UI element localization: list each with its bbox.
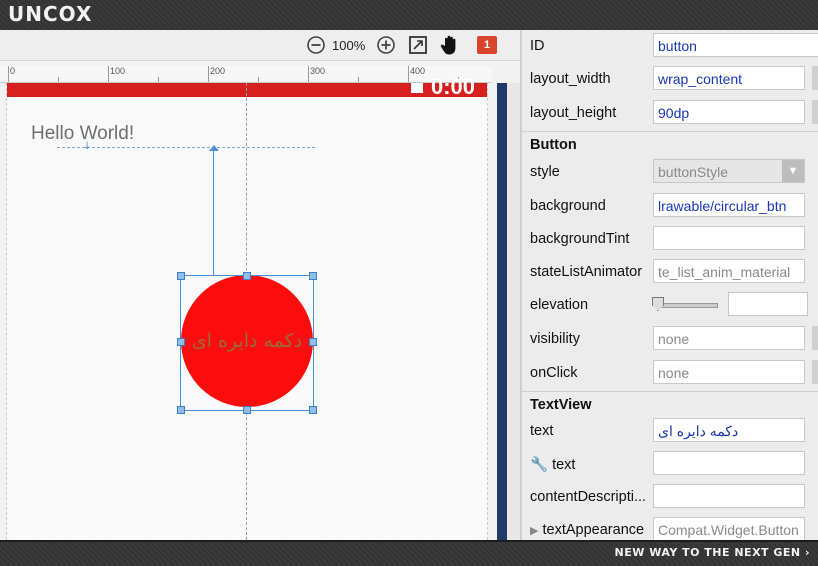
brand-logo: UNCOX [8, 2, 93, 26]
section-button: Button [522, 131, 818, 158]
anchor-arrow-icon: ↓ [83, 141, 92, 152]
editor-toolbar: 100% 1 [0, 30, 520, 61]
prop-field-background-tint[interactable] [653, 226, 805, 250]
onclick-dropdown[interactable] [812, 360, 818, 384]
prop-label-visibility: visibility [530, 331, 580, 347]
layout-height-dropdown[interactable] [812, 100, 818, 124]
resize-handle-bottom-right[interactable] [309, 406, 317, 414]
tagline-text: NEW WAY TO THE NEXT GEN › [614, 546, 810, 559]
hand-pan-icon[interactable] [440, 35, 460, 55]
prop-field-layout-height[interactable]: 90dp [653, 100, 805, 124]
prop-row-style: style buttonStyle ▼ [522, 156, 818, 189]
section-textview: TextView [522, 391, 818, 418]
resize-handle-top-left[interactable] [177, 272, 185, 280]
prop-row-text-tools: 🔧 text [522, 448, 818, 481]
prop-row-state-list-animator: stateListAnimator te_list_anim_material [522, 256, 818, 289]
prop-field-text-tools[interactable] [653, 451, 805, 475]
top-brand-bar: UNCOX [0, 0, 818, 32]
prop-label-layout-height: layout_height [530, 105, 617, 121]
layout-width-dropdown[interactable] [812, 66, 818, 90]
prop-field-elevation[interactable] [728, 292, 808, 316]
canvas-scrollbar[interactable] [497, 83, 507, 540]
zoom-in-icon[interactable] [376, 35, 396, 55]
prop-field-background[interactable]: lrawable/circular_btn [653, 193, 805, 217]
resize-handle-top-right[interactable] [309, 272, 317, 280]
prop-field-id[interactable]: button [653, 33, 818, 57]
prop-field-style[interactable]: buttonStyle ▼ [653, 159, 805, 183]
elevation-slider-thumb[interactable] [652, 297, 664, 311]
constraint-arrow-icon [209, 145, 219, 151]
device-status-bar: 0:00 [7, 74, 487, 99]
prop-row-visibility: visibility none [522, 323, 818, 356]
prop-field-onclick[interactable]: none [653, 360, 805, 384]
ruler-label-400: 400 [410, 66, 426, 76]
design-canvas[interactable]: 0:00 Hello World! ↓ دکمه دایره ای [0, 74, 492, 540]
horizontal-ruler: 0 100 200 300 400 [0, 66, 492, 83]
warnings-badge[interactable]: 1 [477, 36, 497, 54]
prop-field-text-appearance[interactable]: Compat.Widget.Button [653, 517, 805, 540]
chevron-down-icon[interactable]: ▼ [782, 160, 804, 182]
zoom-level: 100% [332, 38, 366, 53]
prop-row-layout-height: layout_height 90dp [522, 97, 818, 130]
prop-row-id: ID button [522, 30, 818, 63]
baseline-guide [57, 147, 315, 148]
prop-row-layout-width: layout_width wrap_content [522, 63, 818, 96]
visibility-dropdown[interactable] [812, 326, 818, 350]
ruler-label-300: 300 [310, 66, 326, 76]
wrench-icon: 🔧 [530, 457, 549, 473]
prop-label-elevation: elevation [530, 297, 589, 313]
battery-icon [411, 83, 423, 93]
fit-screen-icon[interactable] [408, 35, 428, 55]
prop-row-background: background lrawable/circular_btn [522, 190, 818, 223]
section-title-textview: TextView [530, 397, 592, 413]
margin-constraint-line [213, 147, 214, 275]
ruler-label-200: 200 [210, 66, 226, 76]
prop-label-onclick: onClick [530, 365, 578, 381]
prop-label-text-appearance-text: textAppearance [542, 522, 645, 538]
prop-row-content-description: contentDescripti... [522, 481, 818, 514]
prop-row-text: text دکمه دایره ای [522, 415, 818, 448]
ruler-label-0: 0 [10, 66, 16, 76]
style-value: buttonStyle [658, 164, 729, 180]
resize-handle-bottom[interactable] [243, 406, 251, 414]
prop-field-text[interactable]: دکمه دایره ای [653, 418, 805, 442]
prop-label-text: text [530, 423, 554, 439]
expand-triangle-icon[interactable]: ▶ [530, 525, 538, 537]
prop-row-background-tint: backgroundTint [522, 223, 818, 256]
prop-row-text-appearance[interactable]: ▶ textAppearance Compat.Widget.Button [522, 514, 818, 540]
prop-field-visibility[interactable]: none [653, 326, 805, 350]
prop-label-background-tint: backgroundTint [530, 231, 630, 247]
prop-field-content-description[interactable] [653, 484, 805, 508]
layout-editor: 100% 1 0 100 200 300 400 0:00 Hello Worl… [0, 30, 520, 540]
canvas-gutter [507, 83, 520, 540]
section-title-button: Button [530, 137, 577, 153]
resize-handle-top[interactable] [243, 272, 251, 280]
properties-panel: ID button layout_width wrap_content layo… [520, 30, 818, 540]
prop-label-id: ID [530, 38, 545, 54]
prop-label-layout-width: layout_width [530, 71, 611, 87]
selection-box[interactable] [180, 275, 314, 411]
prop-label-background: background [530, 198, 606, 214]
prop-label-text-tools-text: text [552, 457, 576, 473]
prop-row-elevation: elevation [522, 289, 818, 322]
prop-field-layout-width[interactable]: wrap_content [653, 66, 805, 90]
elevation-slider-track[interactable] [656, 303, 718, 308]
prop-label-state-list-animator: stateListAnimator [530, 264, 643, 280]
zoom-out-icon[interactable] [306, 35, 326, 55]
bottom-tagline-bar: NEW WAY TO THE NEXT GEN › [0, 540, 818, 566]
ruler-label-100: 100 [110, 66, 126, 76]
resize-handle-bottom-left[interactable] [177, 406, 185, 414]
status-time: 0:00 [431, 74, 476, 99]
prop-label-content-description: contentDescripti... [530, 489, 647, 505]
prop-label-style: style [530, 164, 560, 180]
prop-row-onclick: onClick none [522, 357, 818, 390]
prop-label-text-tools: 🔧 text [530, 456, 575, 473]
prop-label-text-appearance: ▶ textAppearance [530, 522, 644, 538]
prop-field-state-list-animator[interactable]: te_list_anim_material [653, 259, 805, 283]
resize-handle-left[interactable] [177, 338, 185, 346]
resize-handle-right[interactable] [309, 338, 317, 346]
device-screen: 0:00 Hello World! ↓ دکمه دایره ای [6, 74, 488, 540]
